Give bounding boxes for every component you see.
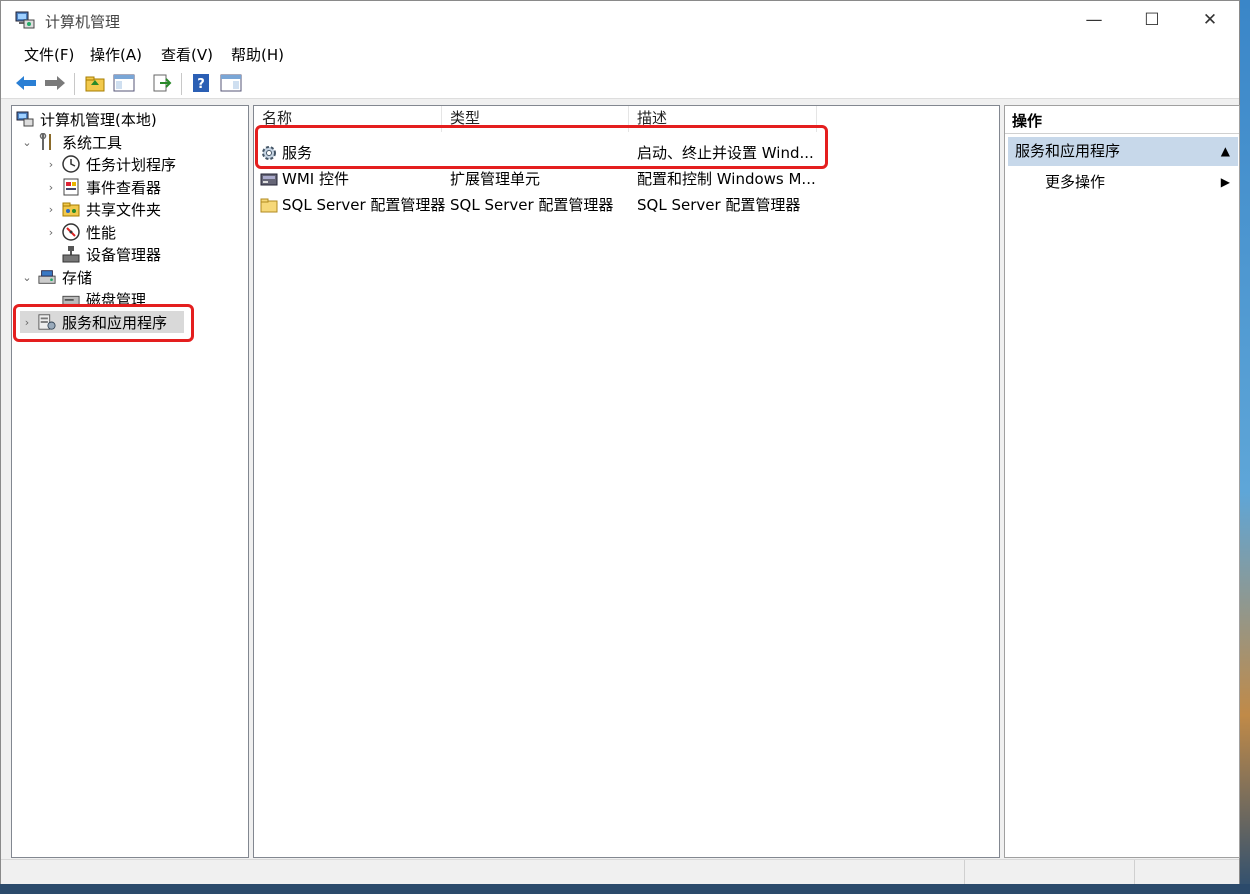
forward-icon[interactable] <box>43 72 67 94</box>
menu-view[interactable]: 查看(V) <box>161 44 213 65</box>
window-title: 计算机管理 <box>45 13 121 31</box>
tree-item-task-scheduler[interactable]: › 任务计划程序 <box>44 153 176 175</box>
list-item-services[interactable]: 服务 启动、终止并设置 Wind... <box>254 138 999 164</box>
shared-folder-icon <box>62 200 80 218</box>
tree-item-services-and-applications[interactable]: › 服务和应用程序 <box>20 311 184 333</box>
tree-item-label: 磁盘管理 <box>86 290 147 309</box>
close-button[interactable]: ✕ <box>1181 1 1239 39</box>
services-and-applications-icon <box>38 313 56 331</box>
more-actions-item[interactable]: 更多操作 ▶ <box>1008 168 1238 196</box>
results-list: 名称 类型 描述 服务 启动、终止并设置 Wind... WMI 控件 扩展管理… <box>253 105 1000 858</box>
menu-help[interactable]: 帮助(H) <box>231 44 284 65</box>
column-header-description[interactable]: 描述 <box>629 106 817 132</box>
column-header-type[interactable]: 类型 <box>442 106 629 132</box>
export-list-icon[interactable] <box>150 72 174 94</box>
tools-icon <box>38 133 56 151</box>
collapse-arrow-icon[interactable]: › <box>44 158 58 171</box>
gear-icon <box>260 145 278 161</box>
menu-file[interactable]: 文件(F) <box>24 44 74 65</box>
tree-item-label: 服务和应用程序 <box>62 313 168 332</box>
tree-item-label: 存储 <box>62 268 93 287</box>
submenu-arrow-icon: ▶ <box>1220 175 1230 189</box>
clock-icon <box>62 155 80 173</box>
tree-item-system-tools[interactable]: ⌄ 系统工具 <box>20 131 122 153</box>
menu-action[interactable]: 操作(A) <box>90 44 142 65</box>
tree-item-shared-folders[interactable]: › 共享文件夹 <box>44 198 161 220</box>
tree-item-performance[interactable]: › 性能 <box>44 221 116 243</box>
toolbar-separator <box>74 73 75 95</box>
list-item-name: SQL Server 配置管理器 <box>260 194 445 215</box>
list-item-name: 服务 <box>260 142 312 163</box>
device-manager-icon <box>62 245 80 263</box>
up-folder-icon[interactable] <box>83 72 107 94</box>
tree-item-device-manager[interactable]: 设备管理器 <box>58 243 161 265</box>
list-item-type: SQL Server 配置管理器 <box>450 196 614 214</box>
list-item-name: WMI 控件 <box>260 168 349 189</box>
expand-arrow-icon[interactable]: ⌄ <box>20 136 34 149</box>
tree-item-label: 性能 <box>86 223 117 242</box>
maximize-button[interactable]: ☐ <box>1123 1 1181 39</box>
tree-item-label: 共享文件夹 <box>86 200 162 219</box>
toolbar: ? <box>1 67 1239 99</box>
list-item-description: 启动、终止并设置 Wind... <box>637 144 814 162</box>
storage-icon <box>38 268 56 286</box>
wmi-control-icon <box>260 171 278 187</box>
tree-item-event-viewer[interactable]: › 事件查看器 <box>44 176 161 198</box>
tree-root[interactable]: 计算机管理(本地) <box>16 108 157 130</box>
toolbar-separator <box>181 73 182 95</box>
column-header-name[interactable]: 名称 <box>254 106 442 132</box>
list-item-wmi-control[interactable]: WMI 控件 扩展管理单元 配置和控制 Windows M... <box>254 164 999 190</box>
event-viewer-icon <box>62 178 80 196</box>
back-icon[interactable] <box>14 72 38 94</box>
console-tree: 计算机管理(本地) ⌄ 系统工具 › 任务计划程序 › 事件查看器 › 共享文件… <box>11 105 249 858</box>
collapse-arrow-icon[interactable]: › <box>20 316 34 329</box>
collapse-arrow-icon[interactable]: › <box>44 181 58 194</box>
help-icon[interactable]: ? <box>189 72 213 94</box>
actions-pane: 操作 服务和应用程序 ▲ 更多操作 ▶ <box>1004 105 1240 858</box>
more-actions-label: 更多操作 <box>1045 173 1106 191</box>
list-item-name-text: SQL Server 配置管理器 <box>282 196 446 214</box>
actions-header: 操作 <box>1005 106 1239 134</box>
tree-item-label: 设备管理器 <box>86 245 162 264</box>
expand-arrow-icon[interactable]: ⌄ <box>20 271 34 284</box>
performance-icon <box>62 223 80 241</box>
tree-item-label: 任务计划程序 <box>86 155 177 174</box>
collapse-caret-icon[interactable]: ▲ <box>1221 137 1230 166</box>
computer-management-icon <box>15 11 35 29</box>
folder-icon <box>260 197 278 213</box>
show-hide-action-pane-icon[interactable] <box>219 72 243 94</box>
list-item-name-text: WMI 控件 <box>282 170 349 188</box>
list-item-description: 配置和控制 Windows M... <box>637 170 816 188</box>
list-item-name-text: 服务 <box>282 144 313 162</box>
taskbar-strip <box>0 884 1250 894</box>
tree-item-disk-management[interactable]: 磁盘管理 <box>58 288 146 310</box>
minimize-button[interactable]: — <box>1065 1 1123 39</box>
tree-root-label: 计算机管理(本地) <box>40 110 157 129</box>
list-item-description: SQL Server 配置管理器 <box>637 196 801 214</box>
status-segment <box>1134 860 1239 886</box>
title-bar[interactable]: 计算机管理 — ☐ ✕ <box>1 1 1239 39</box>
actions-group-label: 服务和应用程序 <box>1015 142 1121 160</box>
list-item-type: 扩展管理单元 <box>450 170 541 188</box>
tree-item-label: 事件查看器 <box>86 178 162 197</box>
computer-management-icon <box>16 110 34 128</box>
status-segment <box>964 860 1134 886</box>
actions-group-services-and-applications[interactable]: 服务和应用程序 ▲ <box>1008 137 1238 166</box>
menu-bar: 文件(F) 操作(A) 查看(V) 帮助(H) <box>1 39 1239 67</box>
disk-icon <box>62 290 80 308</box>
collapse-arrow-icon[interactable]: › <box>44 226 58 239</box>
computer-management-window: 计算机管理 — ☐ ✕ 文件(F) 操作(A) 查看(V) 帮助(H) ? 计算… <box>0 0 1240 886</box>
collapse-arrow-icon[interactable]: › <box>44 203 58 216</box>
svg-text:?: ? <box>197 77 205 92</box>
tree-item-label: 系统工具 <box>62 133 123 152</box>
status-bar <box>1 859 1239 886</box>
show-hide-tree-icon[interactable] <box>112 72 136 94</box>
tree-item-storage[interactable]: ⌄ 存储 <box>20 266 92 288</box>
list-item-sql-server-config[interactable]: SQL Server 配置管理器 SQL Server 配置管理器 SQL Se… <box>254 190 999 216</box>
